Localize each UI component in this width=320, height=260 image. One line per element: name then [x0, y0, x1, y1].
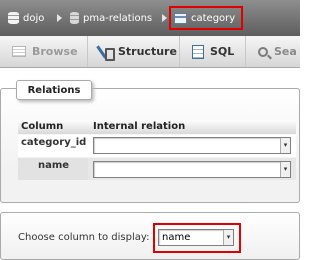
breadcrumb-separator-icon	[57, 14, 62, 22]
tab-search-label: Sea	[274, 45, 297, 58]
internal-relation-header: Internal relation	[93, 121, 186, 132]
tab-browse[interactable]: Browse	[0, 36, 88, 67]
table-row: category_id ▾	[18, 135, 296, 157]
search-icon	[258, 46, 268, 57]
breadcrumb-server-label: dojo	[23, 12, 45, 24]
breadcrumb-highlight-box	[169, 6, 243, 30]
breadcrumb-separator-icon	[162, 14, 167, 22]
tab-structure[interactable]: Structure	[88, 36, 180, 67]
tab-sql[interactable]: SQL	[180, 36, 246, 67]
breadcrumb-server[interactable]: dojo	[8, 11, 44, 25]
internal-relation-select[interactable]: ▾	[93, 161, 291, 178]
chevron-down-icon: ▾	[280, 162, 290, 177]
tab-sql-label: SQL	[210, 45, 235, 58]
tab-browse-label: Browse	[32, 45, 78, 58]
table-row: name ▾	[18, 158, 296, 180]
breadcrumb-database[interactable]: pma-relations	[70, 11, 152, 25]
server-icon	[8, 12, 19, 24]
relations-legend: Relations	[16, 80, 92, 100]
structure-icon	[98, 45, 115, 61]
chevron-down-icon: ▾	[280, 138, 290, 153]
column-header: Column	[21, 121, 64, 132]
display-select-highlight-box	[153, 223, 241, 253]
relations-table-header: Column Internal relation	[18, 120, 296, 134]
tab-search[interactable]: Sea	[246, 36, 306, 67]
breadcrumb-database-label: pma-relations	[83, 12, 153, 24]
internal-relation-select[interactable]: ▾	[93, 137, 291, 154]
column-name: name	[38, 160, 70, 171]
column-name: category_id	[21, 137, 87, 148]
database-icon	[70, 12, 79, 24]
display-column-label: Choose column to display:	[18, 232, 150, 243]
browse-icon	[12, 46, 26, 57]
breadcrumb: dojo pma-relations category	[0, 0, 300, 36]
tab-structure-label: Structure	[118, 45, 177, 58]
tab-bar: Browse Structure SQL Sea	[0, 36, 300, 68]
sql-icon	[192, 44, 204, 59]
